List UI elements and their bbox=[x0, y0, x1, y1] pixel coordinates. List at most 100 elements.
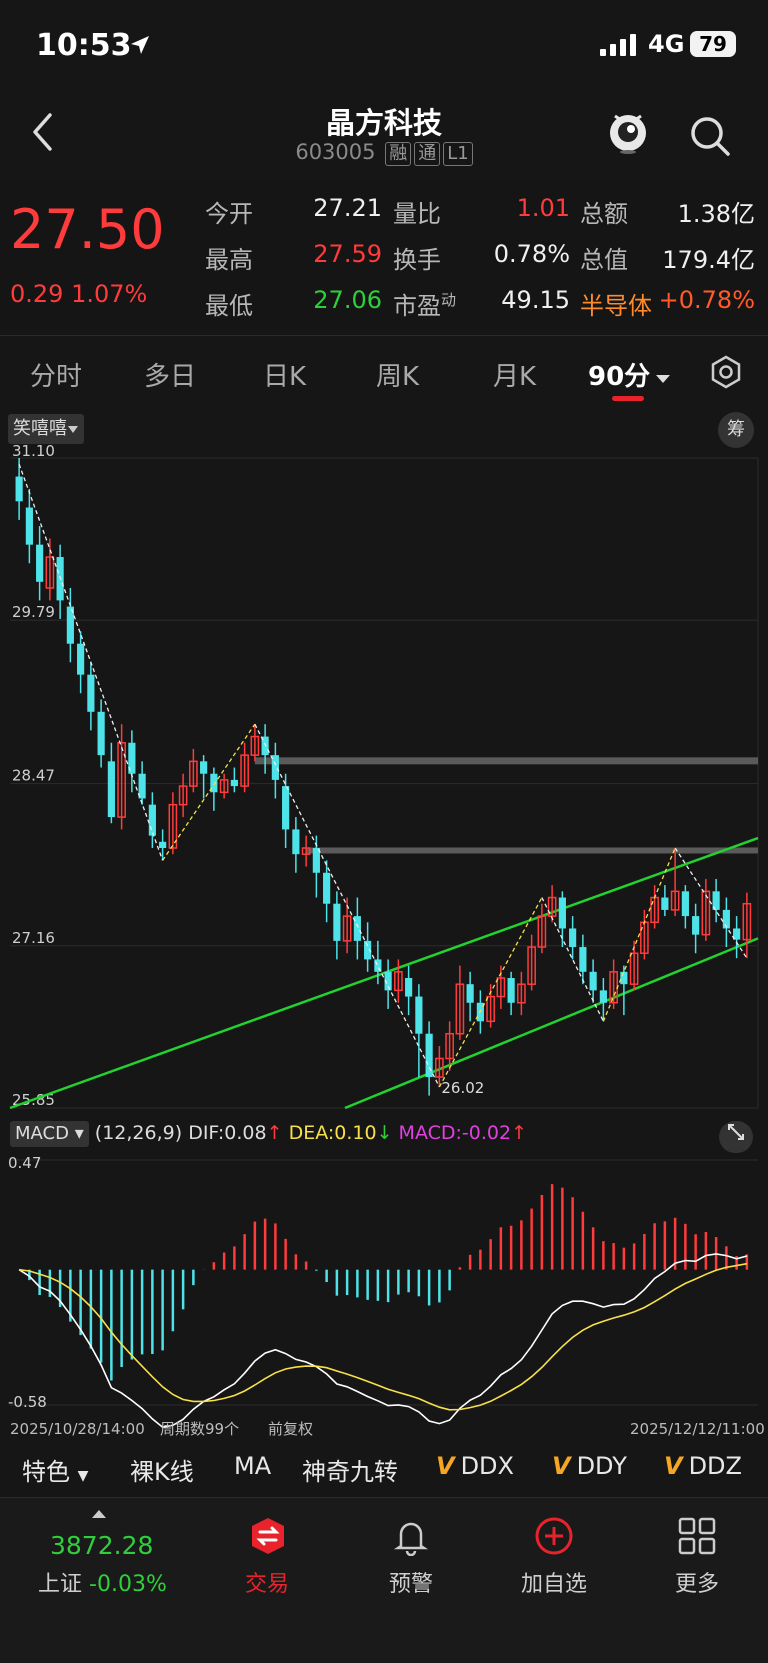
index-line[interactable]: 上证 -0.03% bbox=[38, 1566, 167, 1598]
expand-icon bbox=[728, 1124, 744, 1140]
indicator-ddx[interactable]: V DDX bbox=[436, 1452, 514, 1480]
index-change: -0.03% bbox=[89, 1572, 167, 1597]
tab-multi-day[interactable]: 多日 bbox=[144, 356, 196, 393]
zigzag-segment bbox=[438, 897, 543, 1088]
candle-body bbox=[599, 990, 607, 1003]
macd-header: MACD ▾ (12,26,9) DIF:0.08↑ DEA:0.10↓ MAC… bbox=[10, 1121, 527, 1147]
v-badge-icon: V bbox=[436, 1452, 455, 1480]
candle-body bbox=[661, 897, 669, 910]
chip-button[interactable]: 筹 bbox=[718, 412, 754, 448]
macd-dropdown-label: MACD bbox=[15, 1123, 69, 1144]
nav-trade[interactable]: 交易 bbox=[207, 1566, 327, 1598]
indicator-ddz-label: DDZ bbox=[688, 1452, 742, 1480]
kline-chart[interactable]: 31.1029.7928.4727.1625.8526.020.47-0.582… bbox=[0, 410, 768, 1440]
quote-label: 最高 bbox=[205, 246, 253, 274]
quote-value: 27.06 bbox=[313, 286, 382, 314]
tab-monthly-k[interactable]: 月K bbox=[493, 356, 536, 393]
candle-body bbox=[138, 773, 146, 799]
candle-body bbox=[282, 786, 290, 830]
candle-body bbox=[36, 544, 44, 582]
candle-body bbox=[97, 711, 105, 756]
trade-icon[interactable] bbox=[248, 1516, 288, 1556]
mascot-icon[interactable] bbox=[605, 108, 651, 154]
indicator-bare-k[interactable]: 裸K线 bbox=[130, 1452, 194, 1487]
candle-body bbox=[148, 804, 156, 836]
v-badge-icon: V bbox=[552, 1452, 571, 1480]
tab-daily-k[interactable]: 日K bbox=[263, 356, 306, 393]
candle-body bbox=[15, 476, 23, 502]
dea-line bbox=[18, 1262, 748, 1411]
x-start-label: 2025/10/28/14:00 bbox=[10, 1420, 145, 1438]
zigzag-segment bbox=[162, 723, 256, 861]
nav-add-watchlist[interactable]: 加自选 bbox=[494, 1566, 614, 1598]
add-watchlist-icon[interactable] bbox=[534, 1516, 574, 1556]
quote-value: +0.78% bbox=[658, 286, 755, 314]
bottom-nav: 3872.28 上证 -0.03% 交易 预警 加自选 更多 bbox=[0, 1497, 768, 1663]
indicator-special[interactable]: 特色 ▼ bbox=[22, 1452, 88, 1487]
search-icon[interactable] bbox=[688, 114, 732, 158]
macd-y-bottom: -0.58 bbox=[8, 1393, 47, 1411]
bell-icon[interactable] bbox=[391, 1516, 431, 1556]
candle-body bbox=[466, 984, 474, 1003]
candle-body bbox=[107, 761, 115, 818]
caret-down-icon bbox=[68, 426, 78, 433]
signal-icon bbox=[600, 34, 636, 56]
macd-dropdown[interactable]: MACD ▾ bbox=[10, 1121, 89, 1147]
fullscreen-button[interactable] bbox=[719, 1121, 753, 1153]
quote-label[interactable]: 半导体 bbox=[580, 286, 652, 321]
indicator-ma[interactable]: MA bbox=[234, 1452, 271, 1480]
quote-label: 换手 bbox=[393, 246, 441, 274]
nav-alert[interactable]: 预警 bbox=[351, 1566, 471, 1598]
quote-label: 量比 bbox=[393, 200, 441, 228]
tab-weekly-k[interactable]: 周K bbox=[376, 356, 419, 393]
grid-more-icon[interactable] bbox=[677, 1516, 717, 1556]
indicator-dropdown[interactable]: 笑嘻嘻 bbox=[8, 414, 84, 444]
last-price: 27.50 bbox=[10, 198, 165, 261]
candle-body bbox=[200, 761, 208, 774]
macd-params: (12,26,9) bbox=[94, 1122, 183, 1144]
indicator-magic-nine[interactable]: 神奇九转 bbox=[302, 1452, 398, 1487]
candle-body bbox=[292, 829, 300, 855]
caret-up-icon bbox=[92, 1510, 106, 1518]
candle-body bbox=[87, 674, 95, 712]
status-time: 10:53 bbox=[36, 28, 132, 63]
v-badge-icon: V bbox=[664, 1452, 683, 1480]
change-amount: 0.29 bbox=[10, 280, 64, 308]
x-end-label: 2025/12/12/11:00 bbox=[630, 1420, 765, 1438]
tab-intraday[interactable]: 分时 bbox=[30, 356, 82, 393]
quote-value: 27.21 bbox=[313, 194, 382, 222]
candle-body bbox=[579, 947, 587, 972]
adjust-label: 前复权 bbox=[268, 1420, 313, 1438]
status-bar: 10:53 4G 79 bbox=[0, 0, 768, 90]
stock-name: 晶方科技 bbox=[325, 106, 442, 140]
candle-body bbox=[569, 928, 577, 948]
quote-label: 总额 bbox=[580, 200, 628, 228]
tag-level: L1 bbox=[443, 142, 473, 166]
battery-icon: 79 bbox=[690, 31, 736, 57]
index-value[interactable]: 3872.28 bbox=[50, 1531, 153, 1560]
candle-body bbox=[77, 643, 85, 675]
quote-value: 1.38亿 bbox=[677, 200, 755, 228]
settings-hexagon-icon[interactable] bbox=[708, 354, 744, 390]
quote-label: 市盈动 bbox=[393, 291, 457, 320]
stock-code: 603005 bbox=[295, 140, 376, 164]
quote-value: 1.01 bbox=[516, 194, 570, 222]
indicator-ddz[interactable]: V DDZ bbox=[664, 1452, 742, 1480]
tag-margin: 融 bbox=[385, 142, 412, 166]
indicator-dropdown-label: 笑嘻嘻 bbox=[13, 418, 67, 439]
dif-line bbox=[18, 1253, 748, 1429]
candle-body bbox=[323, 872, 331, 904]
location-arrow-icon bbox=[131, 36, 149, 54]
quote-value: 0.78% bbox=[493, 240, 570, 268]
candle-body bbox=[271, 755, 279, 780]
tab-90min[interactable]: 90分 bbox=[588, 356, 672, 393]
indicator-ddx-label: DDX bbox=[460, 1452, 514, 1480]
resistance-line bbox=[254, 757, 758, 765]
nav-more[interactable]: 更多 bbox=[637, 1566, 757, 1598]
quote-value: 27.59 bbox=[313, 240, 382, 268]
candle-body bbox=[312, 848, 320, 873]
indicator-ddy[interactable]: V DDY bbox=[552, 1452, 627, 1480]
zigzag-segment bbox=[18, 463, 164, 861]
candle-body bbox=[25, 507, 33, 545]
indicator-ddy-label: DDY bbox=[576, 1452, 627, 1480]
